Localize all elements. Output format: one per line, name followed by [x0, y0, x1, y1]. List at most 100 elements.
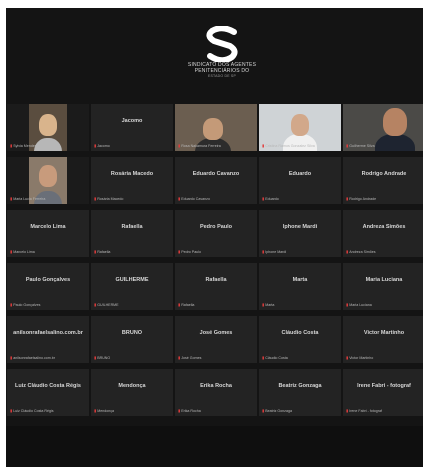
- participant-tag-text: Andreza Simões: [349, 249, 376, 254]
- participant-name: Iphone Mardi: [282, 224, 318, 230]
- participant-label: ▮ anilsonrafaelsalino.com.br: [10, 355, 85, 360]
- participant-tile[interactable]: Irene Fabri - fotograf ▮ Irene Fabri - fot…: [343, 369, 423, 416]
- participant-tile[interactable]: Erika Rocha ▮ Erika Rocha: [175, 369, 257, 416]
- participant-tile[interactable]: Pedro Paulo ▮ Pedro Paulo: [175, 210, 257, 257]
- mic-muted-icon: ▮: [178, 408, 181, 413]
- participant-tile[interactable]: Rafaella ▮ Rafaella: [175, 263, 257, 310]
- participant-label: ▮ Erika Rocha: [178, 408, 253, 413]
- meeting-window: SINDICATO DOS AGENTES PENITENCIÁRIOS DO …: [6, 8, 423, 467]
- participant-face: [291, 114, 309, 136]
- mic-muted-icon: ▮: [94, 408, 97, 413]
- participant-tag-text: Eduardo: [265, 196, 279, 201]
- participant-tag-text: Rosária Macedo: [97, 196, 124, 201]
- mic-muted-icon: ▮: [262, 249, 265, 254]
- participant-label: ▮ José Gomes: [178, 355, 253, 360]
- participant-tile[interactable]: Eduardo ▮ Eduardo: [259, 157, 341, 204]
- participant-label: ▮ Andreza Simões: [346, 249, 421, 254]
- participant-tile[interactable]: ▮ Guilherme Silva: [343, 104, 423, 151]
- participant-name: Rafaella: [205, 277, 227, 283]
- participant-face: [383, 108, 407, 136]
- participant-label: ▮ GUILHERME: [94, 302, 169, 307]
- participant-name: GUILHERME: [115, 277, 149, 283]
- participant-label: ▮ Maria Lucia Ferreira: [10, 196, 85, 201]
- participant-name: Cláudio Costa: [281, 330, 319, 336]
- participant-tile[interactable]: Cláudio Costa ▮ Cláudio Costa: [259, 316, 341, 363]
- participant-tile[interactable]: ▮ Rosa Nakamura Ferreira: [175, 104, 257, 151]
- participant-tile[interactable]: Rafaella ▮ Rafaella: [91, 210, 173, 257]
- participant-name: Paulo Gonçalves: [25, 277, 71, 283]
- participant-tag-text: Luiz Cláudio Costa Régis: [13, 408, 54, 413]
- participant-tile[interactable]: anilsonrafaelsalino.com.br ▮ anilsonrafael…: [7, 316, 89, 363]
- participant-tag-text: Paulo Gonçalves: [13, 302, 41, 307]
- participant-tile[interactable]: Beatriz Gonzaga ▮ Beatriz Gonzaga: [259, 369, 341, 416]
- mic-muted-icon: ▮: [346, 408, 349, 413]
- mic-muted-icon: ▮: [10, 355, 13, 360]
- mic-muted-icon: ▮: [262, 408, 265, 413]
- mic-muted-icon: ▮: [94, 355, 97, 360]
- participant-tag-text: Rosa Nakamura Ferreira: [181, 143, 221, 148]
- participant-tag-text: Rodrigo Andrade: [349, 196, 377, 201]
- participant-tile[interactable]: BRUNO ▮ BRUNO: [91, 316, 173, 363]
- participant-tag-text: Marta: [265, 302, 275, 307]
- participant-tile[interactable]: ▮ Cristina Ramos Gonzalez Silva: [259, 104, 341, 151]
- participant-tile[interactable]: Iphone Mardi ▮ Iphone Mardi: [259, 210, 341, 257]
- mic-muted-icon: ▮: [10, 196, 13, 201]
- mic-muted-icon: ▮: [262, 355, 265, 360]
- bottom-area: [6, 426, 423, 467]
- participant-label: ▮ Marta: [262, 302, 337, 307]
- participant-name: Erika Rocha: [200, 383, 232, 389]
- participant-tile[interactable]: Eduardo Cavanzo ▮ Eduardo Cavanzo: [175, 157, 257, 204]
- participant-name: Eduardo: [288, 171, 312, 177]
- mic-muted-icon: ▮: [178, 249, 181, 254]
- participant-tile[interactable]: Paulo Gonçalves ▮ Paulo Gonçalves: [7, 263, 89, 310]
- participant-tag-text: Rafaella: [181, 302, 195, 307]
- participant-tag-text: BRUNO: [97, 355, 111, 360]
- participant-tag-text: Pedro Paulo: [181, 249, 201, 254]
- participant-tag-text: José Gomes: [181, 355, 202, 360]
- participant-tile[interactable]: Andreza Simões ▮ Andreza Simões: [343, 210, 423, 257]
- mic-muted-icon: ▮: [94, 302, 97, 307]
- participant-tag-text: Cristina Ramos Gonzalez Silva: [265, 143, 315, 148]
- participant-label: ▮ Rodrigo Andrade: [346, 196, 421, 201]
- participant-tile[interactable]: Rosária Macedo ▮ Rosária Macedo: [91, 157, 173, 204]
- participant-tile[interactable]: José Gomes ▮ José Gomes: [175, 316, 257, 363]
- participant-tile[interactable]: Marcelo Lima ▮ Marcelo Lima: [7, 210, 89, 257]
- mic-muted-icon: ▮: [346, 302, 349, 307]
- participant-tile[interactable]: Victor Martinho ▮ Victor Martinho: [343, 316, 423, 363]
- participant-label: ▮ Pedro Paulo: [178, 249, 253, 254]
- organization-logo: SINDICATO DOS AGENTES PENITENCIÁRIOS DO …: [188, 26, 256, 92]
- participant-tag-text: anilsonrafaelsalino.com.br: [13, 355, 55, 360]
- participant-label: ▮ Marcelo Lima: [10, 249, 85, 254]
- participant-label: ▮ Cristina Ramos Gonzalez Silva: [262, 143, 337, 148]
- participant-tile[interactable]: Marta ▮ Marta: [259, 263, 341, 310]
- participant-tag-text: Cláudio Costa: [265, 355, 288, 360]
- participant-tile[interactable]: Rodrigo Andrade ▮ Rodrigo Andrade: [343, 157, 423, 204]
- participant-label: ▮ Victor Martinho: [346, 355, 421, 360]
- participant-label: ▮ Rafaella: [178, 302, 253, 307]
- participant-name: Andreza Simões: [362, 224, 406, 230]
- mic-muted-icon: ▮: [178, 196, 181, 201]
- participant-label: ▮ Eduardo: [262, 196, 337, 201]
- participant-tile[interactable]: Mendonça ▮ Mendonça: [91, 369, 173, 416]
- participant-label: ▮ Cláudio Costa: [262, 355, 337, 360]
- participant-tag-text: Eduardo Cavanzo: [181, 196, 210, 201]
- participant-label: ▮ Eduardo Cavanzo: [178, 196, 253, 201]
- participant-tag-text: Guilherme Silva: [349, 143, 375, 148]
- participant-tag-text: Jacomo: [97, 143, 110, 148]
- mic-muted-icon: ▮: [262, 143, 265, 148]
- participant-label: ▮ Luiz Cláudio Costa Régis: [10, 408, 85, 413]
- participant-tag-text: Rafaella: [97, 249, 111, 254]
- participant-tag-text: GUILHERME: [97, 302, 119, 307]
- participant-name: Jacomo: [121, 118, 143, 124]
- mic-muted-icon: ▮: [178, 355, 181, 360]
- participant-tile[interactable]: Maria Luciana ▮ Maria Luciana: [343, 263, 423, 310]
- participant-tile[interactable]: Luiz Cláudio Costa Régis ▮ Luiz Cláudio Co…: [7, 369, 89, 416]
- participant-name: Mendonça: [118, 383, 146, 389]
- participant-grid: ▮ Sylvia Mendes Jacomo ▮ Jacomo ▮ Rosa Nakamur…: [6, 104, 423, 416]
- participant-tile[interactable]: GUILHERME ▮ GUILHERME: [91, 263, 173, 310]
- participant-tile[interactable]: ▮ Sylvia Mendes: [7, 104, 89, 151]
- participant-tile[interactable]: Jacomo ▮ Jacomo: [91, 104, 173, 151]
- participant-tile[interactable]: ▮ Maria Lucia Ferreira: [7, 157, 89, 204]
- participant-name: Rafaella: [121, 224, 143, 230]
- participant-name: Pedro Paulo: [199, 224, 233, 230]
